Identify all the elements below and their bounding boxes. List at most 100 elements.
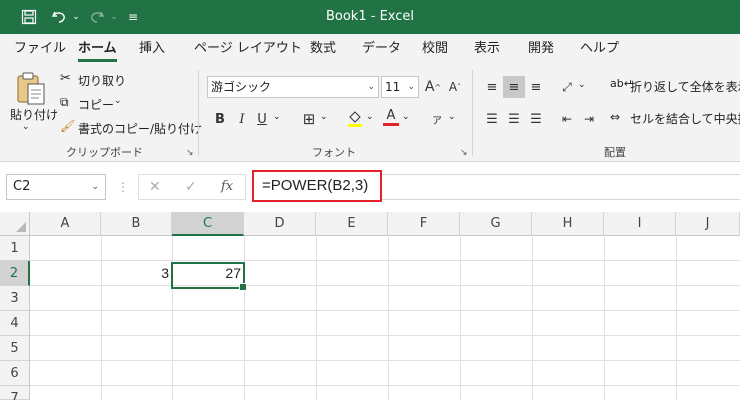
- name-box-value: C2: [13, 179, 31, 194]
- row-header-6[interactable]: 6: [0, 361, 30, 386]
- align-left-icon[interactable]: ☰: [481, 108, 503, 130]
- tab-insert[interactable]: 挿入: [139, 34, 165, 64]
- tab-view[interactable]: 表示: [474, 34, 500, 64]
- column-header-c[interactable]: C: [172, 212, 244, 236]
- scissors-icon: ✂: [60, 71, 71, 86]
- ribbon-separator: [472, 70, 473, 156]
- bold-button[interactable]: B: [209, 108, 231, 130]
- increase-indent-icon[interactable]: ⇥: [578, 108, 600, 130]
- grow-font-icon: A: [424, 79, 435, 95]
- grid-line: [30, 310, 740, 311]
- formula-bar-splitter-icon[interactable]: ⋮: [117, 174, 129, 200]
- paste-icon[interactable]: [14, 70, 48, 106]
- tab-help[interactable]: ヘルプ: [580, 34, 619, 64]
- copy-icon: ⧉: [60, 95, 69, 109]
- fill-color-dropdown-icon[interactable]: ⌄: [366, 112, 374, 122]
- ribbon-tabs: ファイル ホーム 挿入 ページ レイアウト 数式 データ 校閲 表示 開発 ヘル…: [0, 34, 740, 64]
- worksheet-grid[interactable]: A B C D E F G H I J 1 2 3 4 5 6 7 3 27: [0, 212, 740, 400]
- phonetic-dropdown-icon[interactable]: ⌄: [448, 112, 456, 122]
- tab-review[interactable]: 校閲: [422, 34, 448, 64]
- align-bottom-icon[interactable]: ≡: [525, 76, 547, 98]
- column-header-i[interactable]: I: [604, 212, 676, 236]
- merge-center-icon: ⇔: [610, 110, 621, 124]
- column-header-d[interactable]: D: [244, 212, 316, 236]
- tab-developer[interactable]: 開発: [528, 34, 554, 64]
- grid-line: [30, 385, 740, 386]
- paste-dropdown-icon[interactable]: ⌄: [22, 122, 30, 132]
- row-header-5[interactable]: 5: [0, 336, 30, 361]
- format-painter-icon: 🖌: [60, 119, 76, 133]
- formula-input[interactable]: =POWER(B2,3): [252, 170, 382, 202]
- insert-function-button[interactable]: fx: [221, 175, 233, 199]
- column-header-j[interactable]: J: [676, 212, 740, 236]
- align-center-icon[interactable]: ☰: [503, 108, 525, 130]
- tab-page-layout[interactable]: ページ レイアウト: [194, 34, 302, 64]
- grow-font-button[interactable]: A ^: [422, 76, 444, 98]
- borders-icon[interactable]: ⊞: [298, 108, 320, 130]
- formula-bar: C2 ⌄ ⋮ ✕ ✓ fx =POWER(B2,3): [0, 162, 740, 212]
- column-header-b[interactable]: B: [101, 212, 172, 236]
- tab-formulas[interactable]: 数式: [310, 34, 336, 64]
- orientation-icon[interactable]: ⤢: [556, 76, 578, 98]
- tab-data[interactable]: データ: [362, 34, 401, 64]
- row-header-7[interactable]: 7: [0, 386, 30, 400]
- underline-button[interactable]: U: [251, 108, 273, 130]
- shrink-font-icon: A: [448, 80, 458, 94]
- formula-buttons: ✕ ✓ fx: [138, 174, 246, 200]
- window-title: Book1 - Excel: [325, 9, 415, 24]
- italic-button[interactable]: I: [231, 108, 253, 130]
- row-header-2[interactable]: 2: [0, 261, 30, 286]
- chevron-down-icon: ⌄: [367, 82, 375, 92]
- column-header-e[interactable]: E: [316, 212, 388, 236]
- phonetic-button[interactable]: ア: [426, 108, 448, 130]
- formula-input-extension[interactable]: [382, 174, 740, 200]
- font-name-value: 游ゴシック: [211, 80, 272, 94]
- orientation-dropdown-icon[interactable]: ⌄: [578, 80, 586, 90]
- name-box[interactable]: C2 ⌄: [6, 174, 106, 200]
- column-header-a[interactable]: A: [30, 212, 101, 236]
- column-header-g[interactable]: G: [460, 212, 532, 236]
- ribbon: 貼り付け ⌄ ✂ 切り取り ⧉ コピー ⌄ 🖌 書式のコピー/貼り付け クリップ…: [0, 64, 740, 162]
- font-color-button[interactable]: A: [380, 106, 402, 128]
- font-size-select[interactable]: 11 ⌄: [381, 76, 419, 98]
- font-color-icon: A: [386, 107, 396, 123]
- font-name-select[interactable]: 游ゴシック ⌄: [207, 76, 379, 98]
- row-header-4[interactable]: 4: [0, 311, 30, 336]
- column-header-f[interactable]: F: [388, 212, 460, 236]
- tab-home[interactable]: ホーム: [78, 34, 117, 64]
- font-group-label: フォント: [312, 146, 356, 159]
- select-all-button[interactable]: [0, 212, 30, 236]
- decrease-indent-icon[interactable]: ⇤: [556, 108, 578, 130]
- align-top-icon[interactable]: ≡: [481, 76, 503, 98]
- format-painter-button[interactable]: 書式のコピー/貼り付け: [78, 120, 202, 137]
- font-launcher-icon[interactable]: ↘: [460, 148, 468, 158]
- cancel-icon[interactable]: ✕: [149, 175, 161, 199]
- paste-button-label[interactable]: 貼り付け: [10, 106, 58, 123]
- cell-b2[interactable]: 3: [101, 261, 172, 286]
- enter-icon[interactable]: ✓: [185, 175, 197, 199]
- merge-center-button[interactable]: セルを結合して中央揃: [630, 110, 740, 127]
- shrink-font-button[interactable]: Aˇ: [444, 76, 466, 98]
- underline-dropdown-icon[interactable]: ⌄: [273, 112, 281, 122]
- cut-button[interactable]: 切り取り: [78, 72, 126, 89]
- tab-file[interactable]: ファイル: [14, 34, 66, 64]
- grid-line: [30, 360, 740, 361]
- wrap-text-button[interactable]: 折り返して全体を表示す: [630, 78, 740, 95]
- copy-dropdown-icon[interactable]: ⌄: [114, 96, 122, 106]
- ribbon-separator: [198, 70, 199, 156]
- font-color-swatch: [383, 122, 399, 126]
- borders-dropdown-icon[interactable]: ⌄: [320, 112, 328, 122]
- align-middle-icon[interactable]: ≡: [503, 76, 525, 98]
- copy-button[interactable]: コピー: [78, 96, 114, 113]
- font-size-value: 11: [385, 80, 401, 94]
- column-header-h[interactable]: H: [532, 212, 604, 236]
- align-right-icon[interactable]: ☰: [525, 108, 547, 130]
- active-cell-border: [171, 262, 247, 291]
- clipboard-group-label: クリップボード: [66, 146, 143, 159]
- row-header-3[interactable]: 3: [0, 286, 30, 311]
- clipboard-launcher-icon[interactable]: ↘: [186, 148, 194, 158]
- fill-color-icon[interactable]: [344, 108, 366, 130]
- grid-line: [30, 335, 740, 336]
- row-header-1[interactable]: 1: [0, 236, 30, 261]
- font-color-dropdown-icon[interactable]: ⌄: [402, 112, 410, 122]
